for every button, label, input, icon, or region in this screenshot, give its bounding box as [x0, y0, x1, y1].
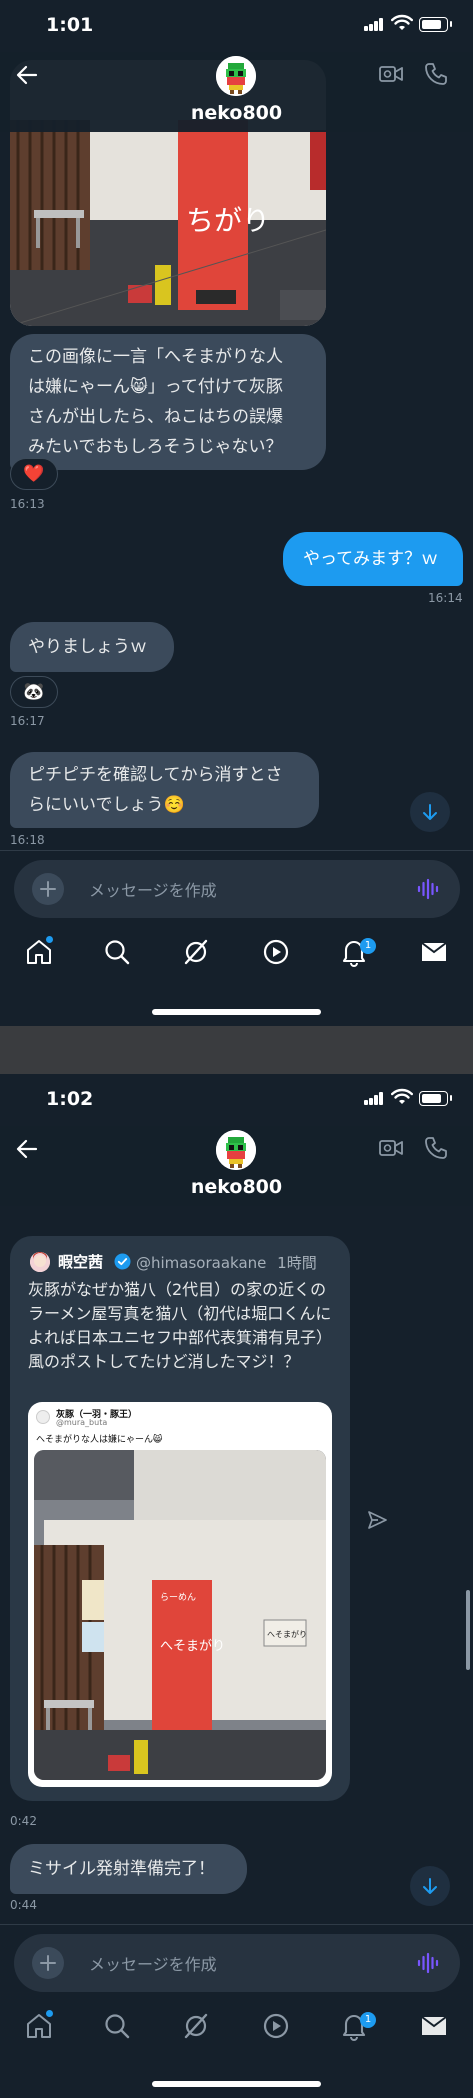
message-composer[interactable]: メッセージを作成: [14, 860, 460, 918]
contact-name[interactable]: neko800: [0, 102, 473, 124]
screenshot-separator: [0, 1026, 473, 1074]
share-icon[interactable]: [366, 1509, 388, 1531]
bottom-tab-bar: 1: [0, 924, 473, 984]
embedded-post[interactable]: 灰豚（一羽・豚王） @mura_buta へそまがりな人は嫌にゃーん😸 らーめん…: [28, 1402, 332, 1787]
message-timestamp: 0:44: [10, 1898, 37, 1912]
video-call-icon[interactable]: [377, 60, 405, 88]
avatar[interactable]: [216, 1130, 256, 1170]
conversation-header: neko800: [0, 1126, 473, 1206]
wifi-icon: [391, 14, 413, 30]
signal-icon: [364, 18, 384, 31]
reaction-panda[interactable]: 🐼: [10, 676, 58, 708]
anime-avatar-icon: [30, 1252, 50, 1272]
embedded-photo[interactable]: らーめん へそまがり へそまがり: [34, 1450, 326, 1780]
scrollbar[interactable]: [466, 1590, 470, 1670]
embedded-author-handle: @mura_buta: [56, 1418, 108, 1427]
messages-icon[interactable]: [419, 937, 449, 967]
plus-icon: [40, 881, 56, 897]
status-bar: 1:01: [0, 0, 473, 52]
banner-text: ちがり: [186, 204, 270, 237]
incoming-message[interactable]: ミサイル発射準備完了！: [10, 1844, 247, 1894]
outgoing-message[interactable]: やってみます？ｗ: [283, 532, 463, 586]
incoming-message[interactable]: この画像に一言「へそまがりな人 は嫌にゃーん😸」って付けて灰豚 さんが出したら、…: [10, 334, 326, 470]
home-unread-dot: [46, 2010, 53, 2017]
ramen-shop-photo: らーめん へそまがり へそまがり: [34, 1450, 326, 1780]
message-timestamp: 16:18: [10, 833, 45, 847]
bottom-tab-bar: 1: [0, 1998, 473, 2058]
dm-screen-1: 1:01 ちがり neko800 この画像に一言「へそまがりな人 は嫌にゃーん😸…: [0, 0, 473, 1026]
post-text: 灰豚がなぜか猫八（2代目）の家の近くのラーメン屋写真を猫八（初代は堀口くんによれ…: [28, 1280, 333, 1371]
message-timestamp: 16:17: [10, 714, 45, 728]
message-input[interactable]: メッセージを作成: [89, 877, 217, 901]
arrow-down-icon: [423, 1878, 437, 1894]
notifications-badge: 1: [360, 938, 376, 954]
voice-message-icon[interactable]: [416, 1951, 440, 1975]
add-media-button[interactable]: [32, 873, 64, 905]
signal-icon: [364, 1092, 384, 1105]
wifi-icon: [391, 1088, 413, 1104]
messages-icon[interactable]: [419, 2011, 449, 2041]
incoming-message[interactable]: ピチピチを確認してから消すとさ らにいいでしょう☺️: [10, 752, 319, 828]
notifications-badge: 1: [360, 2012, 376, 2028]
pixel-avatar-icon: [216, 56, 256, 96]
author-avatar: [30, 1252, 50, 1272]
message-line: らにいいでしょう☺️: [28, 795, 185, 815]
author-handle-line: @himasoraakane 1時間: [136, 1252, 317, 1273]
scroll-to-bottom-button[interactable]: [410, 792, 450, 832]
arrow-down-icon: [423, 804, 437, 820]
contact-name[interactable]: neko800: [0, 1176, 473, 1198]
grok-icon[interactable]: [181, 937, 211, 967]
battery-icon: [419, 1091, 452, 1106]
avatar[interactable]: [216, 56, 256, 96]
search-icon[interactable]: [102, 937, 132, 967]
status-bar: 1:02: [0, 1074, 473, 1126]
composer-divider: [0, 850, 473, 851]
home-unread-dot: [46, 936, 53, 943]
phone-call-icon[interactable]: [422, 1134, 450, 1162]
embedded-author-avatar: [36, 1410, 50, 1424]
message-composer[interactable]: メッセージを作成: [14, 1934, 460, 1992]
message-line: この画像に一言「へそまがりな人: [28, 347, 283, 367]
message-input[interactable]: メッセージを作成: [89, 1951, 217, 1975]
back-arrow-icon[interactable]: [14, 1136, 40, 1162]
voice-message-icon[interactable]: [416, 877, 440, 901]
banner-small-text: らーめん: [160, 1592, 196, 1603]
plus-icon: [40, 1955, 56, 1971]
grok-icon[interactable]: [181, 2011, 211, 2041]
message-timestamp: 16:13: [10, 497, 45, 511]
post-age: 1時間: [277, 1254, 317, 1272]
dm-screen-2: 1:02 neko800 暇空茜 @himasoraakane 1時間 灰豚がな…: [0, 1074, 473, 2098]
home-indicator: [152, 2081, 321, 2087]
scroll-to-bottom-button[interactable]: [410, 1866, 450, 1906]
incoming-message[interactable]: やりましょうｗ: [10, 622, 174, 672]
verified-badge-icon: [114, 1253, 131, 1270]
message-line: さんが出したら、ねこはちの誤爆: [28, 407, 283, 427]
phone-call-icon[interactable]: [422, 60, 450, 88]
search-icon[interactable]: [102, 2011, 132, 2041]
video-play-icon[interactable]: [261, 937, 291, 967]
message-line: ピチピチを確認してから消すとさ: [28, 765, 283, 785]
message-line: みたいでおもしろそうじゃない？: [28, 437, 283, 457]
shared-post-card[interactable]: 暇空茜 @himasoraakane 1時間 灰豚がなぜか猫八（2代目）の家の近…: [10, 1236, 350, 1801]
message-line: は嫌にゃーん😸」って付けて灰豚: [28, 377, 283, 397]
back-arrow-icon[interactable]: [14, 62, 40, 88]
video-call-icon[interactable]: [377, 1134, 405, 1162]
add-media-button[interactable]: [32, 1947, 64, 1979]
message-timestamp: 16:14: [428, 591, 463, 605]
pixel-avatar-icon: [216, 1130, 256, 1170]
status-time: 1:01: [46, 14, 94, 36]
embedded-post-text: へそまがりな人は嫌にゃーん😸: [36, 1435, 163, 1445]
video-play-icon[interactable]: [261, 2011, 291, 2041]
shop-sign-text: へそまがり: [267, 1629, 307, 1639]
conversation-header: neko800: [0, 52, 473, 132]
author-name[interactable]: 暇空茜: [58, 1251, 103, 1272]
battery-icon: [419, 17, 452, 32]
status-time: 1:02: [46, 1088, 94, 1110]
reaction-heart[interactable]: ❤️: [10, 458, 58, 490]
author-handle: @himasoraakane: [136, 1254, 267, 1272]
composer-divider: [0, 1924, 473, 1925]
home-indicator: [152, 1009, 321, 1015]
message-timestamp: 0:42: [10, 1814, 37, 1828]
banner-big-text: へそまがり: [160, 1639, 225, 1654]
